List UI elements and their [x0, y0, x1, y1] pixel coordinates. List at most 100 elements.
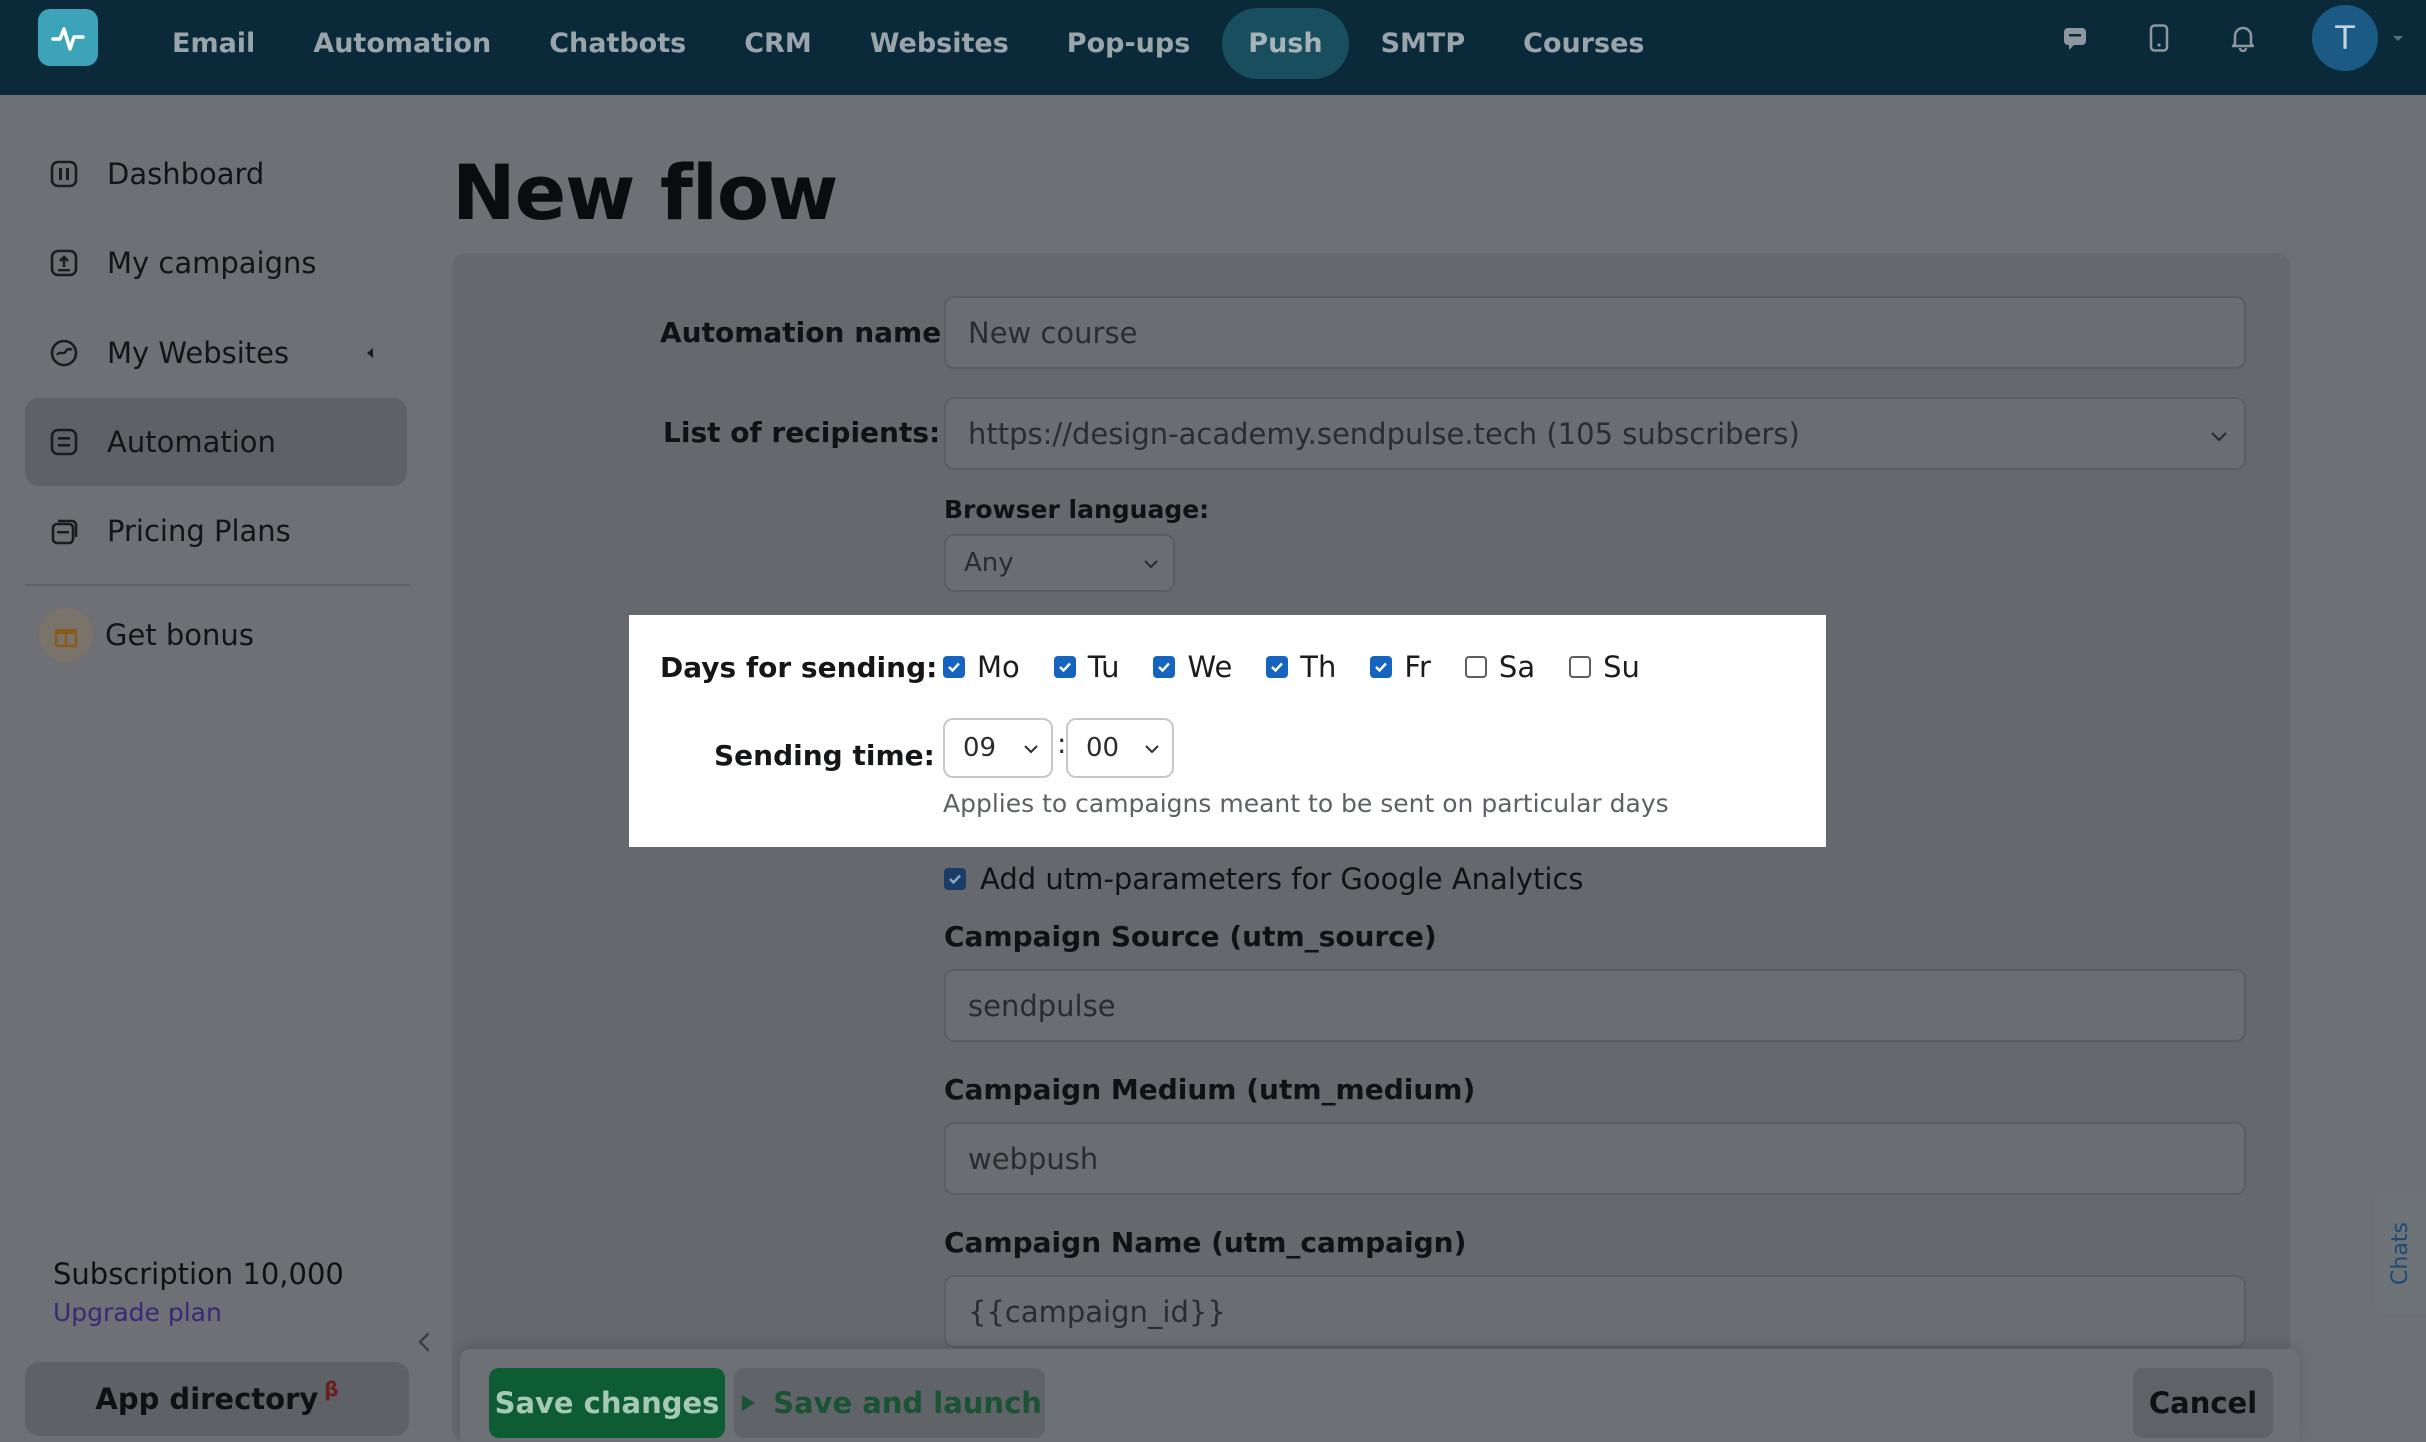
page-title: New flow	[452, 148, 838, 237]
day-we[interactable]: We	[1153, 650, 1232, 684]
chat-icon[interactable]	[2060, 23, 2090, 53]
automation-name-value: New course	[968, 315, 1138, 350]
top-right-icons: T	[2060, 0, 2426, 75]
checkbox-checked-icon[interactable]	[1370, 656, 1393, 678]
nav-popups[interactable]: Pop-ups	[1041, 8, 1217, 79]
checkbox-unchecked-icon[interactable]	[1464, 656, 1487, 678]
sidebar-item-label: Automation	[107, 425, 276, 459]
sidebar-item-my-campaigns[interactable]: My campaigns	[25, 219, 407, 307]
bell-icon[interactable]	[2228, 23, 2258, 53]
sidebar-item-my-websites[interactable]: My Websites	[25, 309, 407, 397]
minute-select[interactable]: 00	[1066, 718, 1174, 778]
sidebar-item-label: My campaigns	[107, 246, 317, 280]
nav-automation[interactable]: Automation	[287, 8, 517, 79]
day-label: Sa	[1498, 650, 1536, 684]
nav-websites[interactable]: Websites	[844, 8, 1035, 79]
browser-language-label: Browser language:	[944, 495, 1210, 524]
chevron-down-icon	[1144, 560, 1158, 569]
checkbox-checked-icon[interactable]	[944, 868, 966, 890]
day-su[interactable]: Su	[1569, 650, 1640, 684]
campaign-name-label: Campaign Name (utm_campaign)	[944, 1226, 1467, 1259]
top-navigation-bar: Email Automation Chatbots CRM Websites P…	[0, 0, 2426, 95]
pricing-icon	[47, 514, 81, 548]
days-label: Days for sending:	[660, 651, 938, 684]
day-th[interactable]: Th	[1266, 650, 1336, 684]
nav-courses[interactable]: Courses	[1497, 8, 1670, 79]
nav-crm[interactable]: CRM	[718, 8, 837, 79]
day-sa[interactable]: Sa	[1464, 650, 1536, 684]
days-checkbox-group: Mo Tu We Th Fr Sa Su	[943, 650, 1674, 684]
browser-language-select[interactable]: Any	[944, 534, 1175, 592]
sidebar-item-dashboard[interactable]: Dashboard	[25, 130, 407, 218]
checkbox-checked-icon[interactable]	[943, 656, 965, 678]
top-nav-menu: Email Automation Chatbots CRM Websites P…	[146, 8, 1676, 79]
sidebar-item-automation[interactable]: Automation	[25, 398, 407, 486]
nav-chatbots[interactable]: Chatbots	[523, 8, 712, 79]
logo-icon[interactable]	[38, 9, 98, 66]
recipients-value: https://design-academy.sendpulse.tech (1…	[968, 416, 1800, 451]
websites-icon	[47, 336, 81, 370]
nav-smtp[interactable]: SMTP	[1355, 8, 1492, 79]
utm-label: Add utm-parameters for Google Analytics	[980, 862, 1584, 896]
campaign-name-input[interactable]: {{campaign_id}}	[944, 1275, 2246, 1348]
day-label: Tu	[1087, 650, 1120, 684]
save-and-launch-label: Save and launch	[773, 1386, 1042, 1420]
automation-name-label: Automation name	[660, 316, 942, 349]
automation-name-input[interactable]: New course	[944, 296, 2246, 369]
chevron-down-icon[interactable]	[2388, 28, 2408, 48]
mobile-icon[interactable]	[2144, 23, 2174, 53]
day-label: Fr	[1404, 650, 1431, 684]
campaign-medium-value: webpush	[968, 1141, 1099, 1176]
save-changes-button[interactable]: Save changes	[489, 1368, 725, 1438]
minute-value: 00	[1086, 733, 1120, 763]
hour-value: 09	[963, 733, 997, 763]
sidebar-item-get-bonus[interactable]: Get bonus	[25, 591, 407, 679]
cancel-button[interactable]: Cancel	[2133, 1368, 2273, 1438]
recipients-label: List of recipients:	[663, 416, 941, 449]
checkbox-checked-icon[interactable]	[1053, 656, 1076, 678]
checkbox-checked-icon[interactable]	[1266, 656, 1289, 678]
app-directory-button[interactable]: App directory β	[25, 1362, 409, 1436]
sidebar-item-label: My Websites	[107, 336, 290, 370]
play-icon	[742, 1395, 756, 1411]
save-and-launch-button[interactable]: Save and launch	[734, 1368, 1045, 1438]
day-label: Mo	[977, 650, 1020, 684]
checkbox-checked-icon[interactable]	[1153, 656, 1176, 678]
chevron-down-icon	[1024, 745, 1038, 754]
day-label: Su	[1603, 650, 1640, 684]
recipients-select[interactable]: https://design-academy.sendpulse.tech (1…	[944, 397, 2246, 470]
avatar[interactable]: T	[2312, 4, 2378, 71]
browser-language-value: Any	[964, 548, 1014, 578]
campaign-source-input[interactable]: sendpulse	[944, 969, 2246, 1042]
day-fr[interactable]: Fr	[1370, 650, 1431, 684]
sidebar-divider	[25, 584, 410, 586]
day-mo[interactable]: Mo	[943, 650, 1020, 684]
nav-push[interactable]: Push	[1222, 8, 1349, 79]
chats-tab-label: Chats	[2387, 1221, 2413, 1285]
nav-email[interactable]: Email	[146, 8, 281, 79]
chevron-left-icon[interactable]	[363, 343, 377, 363]
checkbox-unchecked-icon[interactable]	[1569, 656, 1592, 678]
sidebar-item-pricing-plans[interactable]: Pricing Plans	[25, 487, 407, 575]
campaign-medium-input[interactable]: webpush	[944, 1122, 2246, 1195]
campaign-name-value: {{campaign_id}}	[968, 1294, 1226, 1329]
campaign-source-value: sendpulse	[968, 988, 1116, 1023]
gift-icon	[39, 608, 93, 662]
campaign-medium-label: Campaign Medium (utm_medium)	[944, 1073, 1476, 1106]
subscription-info: Subscription 10,000	[53, 1257, 344, 1291]
sending-time-label: Sending time:	[714, 739, 935, 772]
upgrade-plan-link[interactable]: Upgrade plan	[53, 1298, 222, 1327]
sending-time-hint: Applies to campaigns meant to be sent on…	[943, 789, 1669, 818]
utm-checkbox-row[interactable]: Add utm-parameters for Google Analytics	[944, 862, 1584, 896]
day-tu[interactable]: Tu	[1053, 650, 1120, 684]
sidebar: Dashboard My campaigns My Websites Autom…	[0, 95, 430, 1442]
hour-select[interactable]: 09	[943, 718, 1053, 778]
collapse-sidebar-icon[interactable]	[412, 1325, 436, 1359]
chevron-down-icon	[1145, 745, 1159, 754]
sidebar-item-label: Dashboard	[107, 157, 265, 191]
day-label: We	[1187, 650, 1233, 684]
chats-tab[interactable]: Chats	[2374, 1192, 2426, 1314]
sidebar-item-label: Pricing Plans	[107, 514, 291, 548]
dashboard-icon	[47, 157, 81, 191]
day-label: Th	[1300, 650, 1337, 684]
